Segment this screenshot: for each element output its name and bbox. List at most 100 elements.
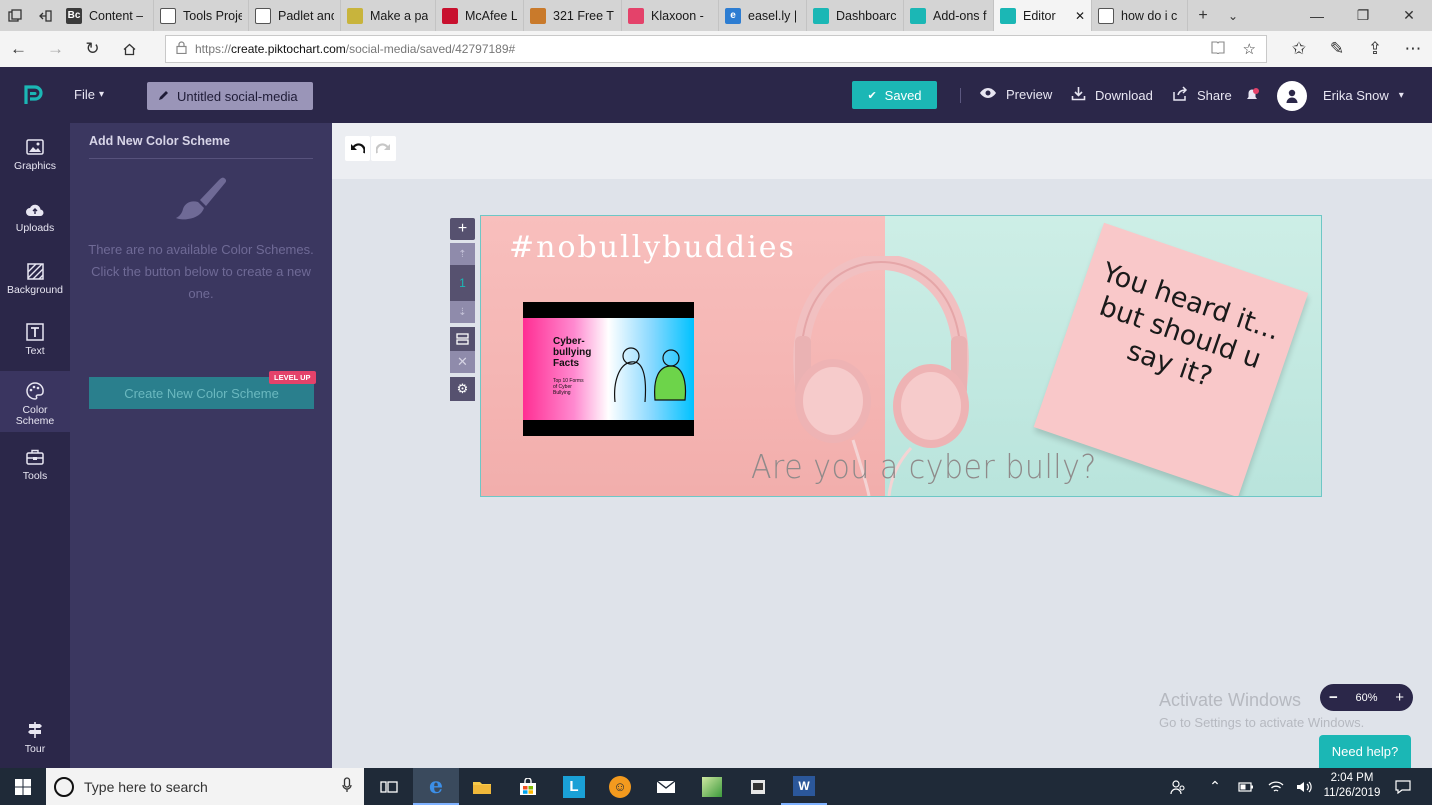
move-page-up-button[interactable]: ⇡ bbox=[450, 243, 475, 265]
browser-tab[interactable]: e easel.ly | c bbox=[719, 0, 807, 31]
undo-button[interactable] bbox=[345, 136, 370, 161]
more-menu-icon[interactable]: ⋯ bbox=[1394, 31, 1432, 67]
sidebar-item-uploads[interactable]: Uploads bbox=[0, 199, 70, 251]
refresh-icon[interactable]: ↻ bbox=[74, 31, 111, 67]
taskbar-clock[interactable]: 2:04 PM 11/26/2019 bbox=[1318, 771, 1386, 801]
wifi-icon[interactable] bbox=[1262, 768, 1290, 805]
tab-favicon-icon bbox=[255, 7, 271, 24]
redo-button[interactable] bbox=[371, 136, 396, 161]
browser-tab[interactable]: Klaxoon - bbox=[622, 0, 719, 31]
avatar[interactable] bbox=[1277, 81, 1307, 111]
favorite-star-icon[interactable]: ☆ bbox=[1243, 40, 1256, 58]
duplicate-page-button[interactable] bbox=[450, 327, 475, 351]
tab-favicon-icon bbox=[347, 7, 363, 24]
move-page-down-button[interactable]: ⇣ bbox=[450, 301, 475, 323]
taskbar-search-input[interactable]: Type here to search bbox=[46, 768, 364, 805]
word-icon[interactable]: W bbox=[781, 768, 827, 805]
browser-tab[interactable]: McAfee Li bbox=[436, 0, 524, 31]
task-view-icon[interactable] bbox=[366, 768, 412, 805]
reading-view-icon[interactable] bbox=[1210, 41, 1225, 57]
minimize-button[interactable]: — bbox=[1294, 0, 1340, 31]
hashtag-text[interactable]: #nobullybuddies bbox=[509, 230, 796, 265]
preview-label: Preview bbox=[1006, 87, 1053, 102]
favorites-hub-icon[interactable]: ✩ bbox=[1280, 31, 1318, 67]
browser-tab[interactable]: how do i c bbox=[1092, 0, 1188, 31]
browser-tab[interactable]: Add-ons fc bbox=[904, 0, 994, 31]
browser-tab[interactable]: Tools Proje bbox=[154, 0, 249, 31]
restore-button[interactable]: ❐ bbox=[1340, 0, 1386, 31]
toolbox-icon bbox=[25, 447, 45, 467]
home-icon[interactable] bbox=[111, 31, 148, 67]
windows-start-icon[interactable] bbox=[0, 768, 46, 805]
share-button[interactable]: Share bbox=[1172, 86, 1232, 104]
note-text: You heard it... but should u say it? bbox=[1070, 254, 1291, 413]
panel-title: Add New Color Scheme bbox=[89, 134, 230, 148]
file-explorer-icon[interactable] bbox=[459, 768, 505, 805]
volume-icon[interactable] bbox=[1290, 768, 1318, 805]
doc-title-field[interactable]: Untitled social-media bbox=[147, 82, 313, 110]
sidebar-item-tools[interactable]: Tools bbox=[0, 447, 70, 499]
preview-button[interactable]: Preview bbox=[979, 87, 1052, 102]
forward-arrow-icon[interactable]: → bbox=[37, 31, 74, 67]
browser-tab[interactable]: 321 Free T bbox=[524, 0, 622, 31]
tab-favicon-icon bbox=[1098, 7, 1114, 24]
tab-favicon-icon bbox=[1000, 7, 1016, 24]
piktochart-logo-icon[interactable] bbox=[22, 84, 44, 109]
notification-bell-icon[interactable] bbox=[1245, 87, 1259, 106]
microphone-icon[interactable] bbox=[342, 777, 352, 796]
close-tab-icon[interactable]: ✕ bbox=[1075, 9, 1085, 23]
need-help-button[interactable]: Need help? bbox=[1319, 735, 1411, 768]
sidebar-item-graphics[interactable]: Graphics bbox=[0, 137, 70, 189]
chevron-up-icon[interactable]: ⌃ bbox=[1198, 768, 1232, 805]
page-settings-button[interactable]: ⚙ bbox=[450, 377, 475, 401]
doc-title: Untitled social-media bbox=[177, 88, 298, 104]
mail-icon[interactable] bbox=[643, 768, 689, 805]
share-label: Share bbox=[1197, 87, 1232, 103]
cortana-circle-icon bbox=[54, 776, 74, 797]
zoom-in-button[interactable]: + bbox=[1395, 689, 1404, 706]
notifications-icon[interactable] bbox=[1388, 768, 1418, 805]
green-app-icon[interactable] bbox=[689, 768, 735, 805]
browser-tab[interactable]: Make a pa bbox=[341, 0, 436, 31]
orange-app-icon[interactable]: ☺ bbox=[597, 768, 643, 805]
browser-tab[interactable]: Padlet and bbox=[249, 0, 341, 31]
eye-icon bbox=[979, 87, 997, 102]
store-icon[interactable] bbox=[505, 768, 551, 805]
sidebar-item-background[interactable]: Background bbox=[0, 261, 70, 313]
chevron-down-icon: ▾ bbox=[98, 89, 104, 100]
signpost-icon bbox=[25, 720, 45, 740]
tab-favicon-icon bbox=[442, 7, 458, 24]
edge-browser-icon[interactable]: e bbox=[413, 768, 459, 805]
download-button[interactable]: Download bbox=[1071, 86, 1153, 104]
sidebar-item-color-scheme[interactable]: Color Scheme bbox=[0, 371, 70, 432]
sidebar-item-text[interactable]: Text bbox=[0, 322, 70, 374]
back-arrow-icon[interactable]: ← bbox=[0, 31, 37, 67]
people-icon[interactable] bbox=[1158, 768, 1198, 805]
tab-list-chevron-icon[interactable]: ⌄ bbox=[1218, 0, 1248, 31]
design-canvas[interactable]: #nobullybuddies Cyber-bullying Facts Top… bbox=[480, 215, 1322, 497]
browser-tab[interactable]: Editor ✕ bbox=[994, 0, 1092, 31]
close-window-button[interactable]: ✕ bbox=[1386, 0, 1432, 31]
zoom-out-button[interactable]: − bbox=[1329, 689, 1338, 706]
user-menu[interactable]: Erika Snow ▾ bbox=[1323, 88, 1404, 103]
pen-notes-icon[interactable]: ✎ bbox=[1318, 31, 1356, 67]
url-input[interactable]: https://create.piktochart.com/social-med… bbox=[165, 35, 1267, 63]
new-tab-button[interactable]: + bbox=[1188, 0, 1218, 31]
file-menu[interactable]: File ▾ bbox=[74, 87, 104, 102]
set-aside-tabs-icon[interactable] bbox=[30, 0, 60, 31]
add-page-button[interactable]: + bbox=[450, 218, 475, 240]
media-app-icon[interactable] bbox=[735, 768, 781, 805]
tab-actions-icon[interactable] bbox=[0, 0, 30, 31]
cyberbullying-thumbnail[interactable]: Cyber-bullying Facts Top 10 Forms of Cyb… bbox=[523, 302, 694, 436]
browser-tab[interactable]: Bc Content – bbox=[60, 0, 154, 31]
sidebar-item-tour[interactable]: Tour bbox=[0, 720, 70, 760]
launcher-l-icon[interactable]: L bbox=[551, 768, 597, 805]
bottom-question-text[interactable]: Are you a cyber bully? bbox=[751, 448, 1097, 487]
delete-page-button[interactable]: ✕ bbox=[450, 351, 475, 373]
tab-label: Tools Proje bbox=[183, 8, 242, 23]
saved-button[interactable]: ✔ Saved bbox=[852, 81, 937, 109]
battery-icon[interactable] bbox=[1232, 768, 1260, 805]
share-browser-icon[interactable]: ⇪ bbox=[1356, 31, 1394, 67]
gear-icon: ⚙ bbox=[456, 381, 469, 396]
browser-tab[interactable]: Dashboarc bbox=[807, 0, 904, 31]
